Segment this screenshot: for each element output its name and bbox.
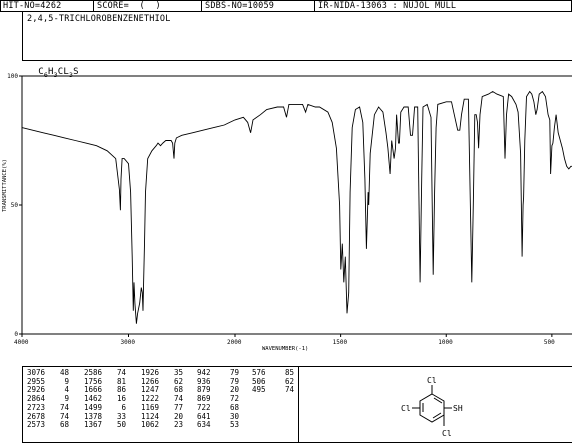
structure-diagram: Cl Cl SH Cl [401, 376, 463, 438]
atom-cl-top: Cl [427, 376, 437, 385]
atom-cl-bottom: Cl [442, 429, 452, 438]
atom-cl-left: Cl [401, 404, 411, 413]
atom-sh: SH [453, 404, 463, 413]
benzene-ring [419, 393, 445, 423]
